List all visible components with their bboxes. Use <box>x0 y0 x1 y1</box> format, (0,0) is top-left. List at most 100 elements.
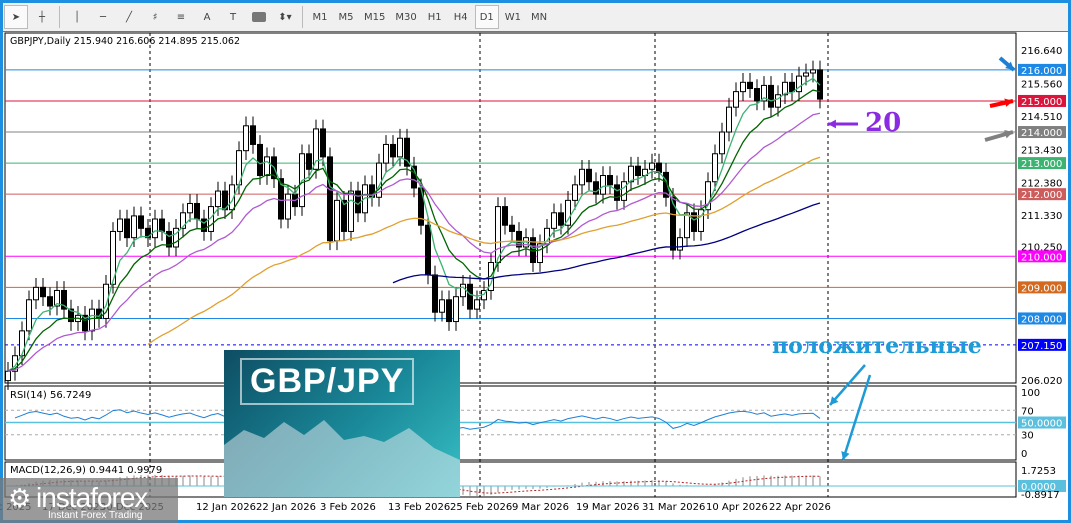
level-label: 212.000 <box>1021 190 1062 201</box>
candle <box>432 274 438 313</box>
candle <box>733 91 739 108</box>
date-label: 3 Feb 2026 <box>320 502 376 513</box>
candle <box>215 190 221 208</box>
rsi-scale-label: 30 <box>1021 431 1034 442</box>
date-label: 22 Apr 2026 <box>769 502 831 513</box>
candle <box>768 84 774 108</box>
macd-scale-label: 1.7253 <box>1021 466 1056 477</box>
candle <box>285 193 291 220</box>
annotation-positive: положительные <box>772 333 982 359</box>
logo-slogan: Instant Forex Trading <box>48 510 143 521</box>
candle <box>390 143 396 158</box>
level-label: 216.000 <box>1021 66 1062 77</box>
candle <box>33 286 39 301</box>
candle <box>628 165 634 183</box>
moving-average-ma100 <box>392 202 821 284</box>
date-label: 9 Mar 2026 <box>512 502 569 513</box>
candle <box>5 370 11 382</box>
candle <box>131 215 137 239</box>
moving-average-ma20 <box>7 112 821 372</box>
candle <box>257 143 263 177</box>
price-scale-label: 212.380 <box>1021 178 1062 189</box>
date-label: 31 Mar 2026 <box>642 502 705 513</box>
candle <box>243 125 249 152</box>
arrow-ma20-icon-head <box>828 119 836 129</box>
date-label: 19 Mar 2026 <box>576 502 639 513</box>
candle <box>726 106 732 133</box>
candle <box>474 299 480 310</box>
gbpjpy-overlay-image: GBP/JPY <box>224 350 460 497</box>
rsi-scale-label: 0 <box>1021 449 1027 460</box>
candle <box>586 168 592 183</box>
candle <box>684 212 690 239</box>
rsi-scale-label: 50.0000 <box>1021 419 1062 430</box>
date-label: 25 Feb 2026 <box>450 502 512 513</box>
candle <box>250 125 256 145</box>
candle <box>740 81 746 93</box>
candle <box>397 137 403 158</box>
candle <box>607 175 613 186</box>
candle <box>467 283 473 310</box>
candle <box>719 131 725 155</box>
instaforex-logo: ⚙ instaforex Instant Forex Trading <box>0 478 178 523</box>
candle <box>614 184 620 201</box>
price-scale-label: 211.330 <box>1021 211 1062 222</box>
chart-canvas[interactable]: 216.640 215.560 214.510 213.430 212.380 211.3… <box>0 0 1071 523</box>
candle <box>579 168 585 186</box>
candle <box>649 162 655 170</box>
candle <box>810 69 816 74</box>
price-scale-label: 215.560 <box>1021 80 1062 91</box>
candle <box>775 94 781 108</box>
candle <box>551 212 557 229</box>
arrow-rsi-icon <box>829 364 866 406</box>
candle <box>152 218 158 239</box>
candle <box>264 156 270 177</box>
price-scale-label: 213.430 <box>1021 146 1062 157</box>
candle <box>383 143 389 164</box>
candle <box>803 72 809 77</box>
candle <box>712 153 718 183</box>
candle <box>677 237 683 251</box>
annotation-twenty: 20 <box>865 108 902 138</box>
level-label: 215.000 <box>1021 97 1062 108</box>
rsi-scale-label: 70 <box>1021 406 1034 417</box>
candle <box>159 218 165 232</box>
candle <box>327 156 333 242</box>
candle <box>425 224 431 276</box>
date-label: 12 Jan 2026 <box>196 502 256 513</box>
price-scale-label: 214.510 <box>1021 112 1062 123</box>
candle <box>138 215 144 229</box>
date-label: 22 Jan 2026 <box>256 502 316 513</box>
candle <box>558 212 564 226</box>
candle <box>124 218 130 239</box>
price-scale-label: 216.640 <box>1021 46 1062 57</box>
candle <box>89 308 95 332</box>
candle <box>446 299 452 323</box>
candle <box>600 175 606 195</box>
level-label: 214.000 <box>1021 128 1062 139</box>
macd-label: MACD(12,26,9) 0.9441 0.9979 <box>10 465 162 476</box>
candle <box>47 296 53 307</box>
candle <box>348 190 354 232</box>
candle <box>26 299 32 332</box>
level-label: 208.000 <box>1021 314 1062 325</box>
candle <box>320 128 326 158</box>
rsi-scale-label: 100 <box>1021 388 1040 399</box>
candle <box>117 218 123 232</box>
overlay-graph <box>224 420 460 497</box>
main-pane <box>4 32 1017 384</box>
candle <box>621 181 627 201</box>
arrow-macd-icon <box>841 374 872 461</box>
level-label: 207.150 <box>1021 341 1062 352</box>
level-label: 213.000 <box>1021 159 1062 170</box>
candle <box>502 206 508 226</box>
candle <box>334 199 340 242</box>
level-label: 209.000 <box>1021 283 1062 294</box>
candle <box>194 202 200 220</box>
candle <box>509 224 515 232</box>
candle <box>747 81 753 90</box>
candle <box>439 299 445 313</box>
candle <box>19 330 25 357</box>
chart-header: GBPJPY,Daily 215.940 216.606 214.895 215… <box>10 36 241 47</box>
level-label: 210.000 <box>1021 252 1062 263</box>
